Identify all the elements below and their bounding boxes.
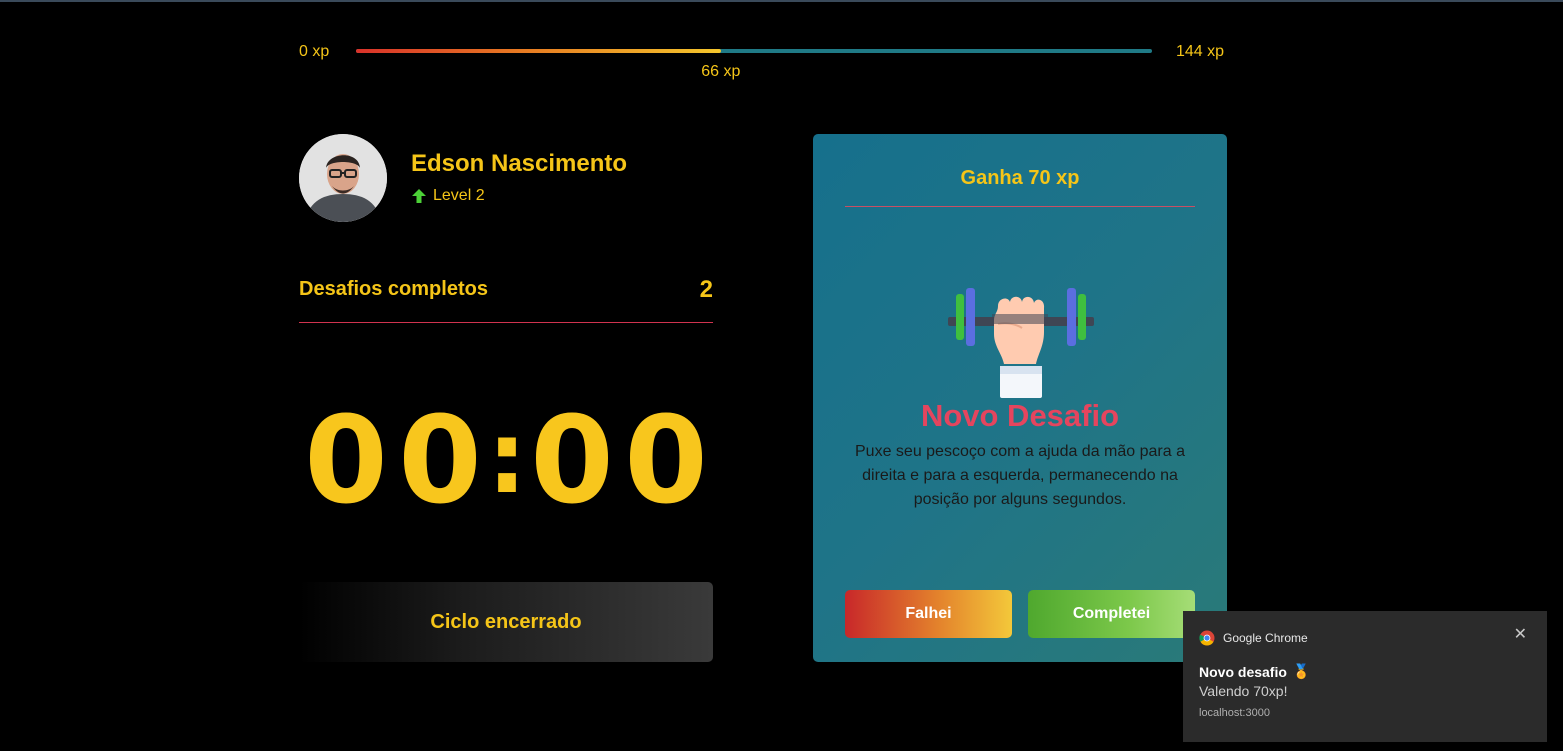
xp-max-label: 144 xp: [1176, 43, 1225, 60]
completed-challenges-label: Desafios completos: [299, 278, 488, 300]
avatar: [299, 134, 387, 222]
completed-button[interactable]: Completei: [1028, 590, 1195, 638]
notification-body: Valendo 70xp!: [1199, 683, 1288, 699]
countdown-minute-ones: 0: [398, 392, 482, 531]
completed-challenges-count: 2: [699, 276, 713, 303]
close-icon[interactable]: ✕: [1514, 627, 1527, 643]
countdown-minute-tens: 0: [304, 392, 388, 531]
notification-app-name: Google Chrome: [1223, 631, 1308, 645]
cycle-ended-button[interactable]: Ciclo encerrado: [299, 582, 713, 662]
level-up-icon: [412, 189, 426, 203]
xp-progress-bar: [356, 49, 1152, 53]
window-top-border: [0, 0, 1563, 2]
level-label: Level 2: [433, 187, 485, 204]
notification-title: Novo desafio 🏅: [1199, 663, 1310, 680]
challenge-description: Puxe seu pescoço com a ajuda da mão para…: [855, 443, 1185, 508]
notification-app: Google Chrome: [1199, 630, 1308, 646]
notification-source: localhost:3000: [1199, 707, 1270, 719]
dumbbell-hand-icon: [948, 288, 1094, 398]
countdown-second-ones: 0: [624, 392, 708, 531]
xp-progress-fill: [356, 49, 721, 53]
failed-button[interactable]: Falhei: [845, 590, 1012, 638]
xp-min-label: 0 xp: [299, 43, 330, 60]
medal-icon: 🏅: [1292, 663, 1311, 679]
profile-name: Edson Nascimento: [411, 150, 628, 177]
completed-challenges: Desafios completos 2: [299, 276, 713, 323]
chrome-notification[interactable]: Google Chrome ✕ Novo desafio 🏅 Valendo 7…: [1183, 611, 1547, 742]
profile-level: Level 2: [411, 187, 485, 205]
countdown-second-tens: 0: [530, 392, 614, 531]
xp-current-label: 66 xp: [701, 63, 741, 80]
countdown: 0 0 : 0 0: [299, 392, 713, 532]
countdown-separator: :: [487, 399, 527, 516]
challenge-title: Novo Desafio: [920, 398, 1120, 433]
chrome-icon: [1199, 630, 1215, 646]
challenge-card: Ganha 70 xp Novo Desafio Puxe seu pescoç…: [813, 134, 1227, 662]
notification-title-text: Novo desafio: [1199, 663, 1287, 680]
challenge-xp-header: Ganha 70 xp: [845, 150, 1195, 207]
